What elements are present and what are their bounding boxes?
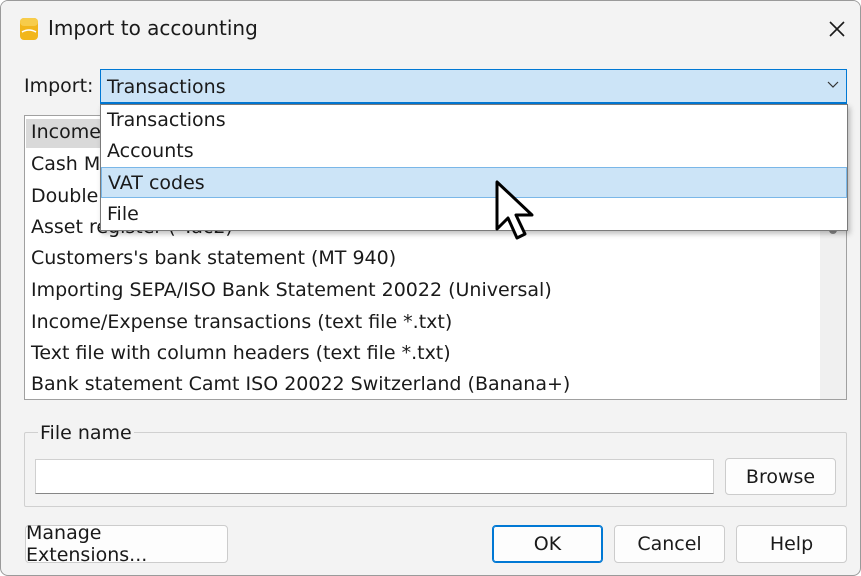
import-label: Import:	[24, 75, 94, 97]
chevron-down-icon	[827, 81, 839, 88]
list-item[interactable]: Importing SEPA/ISO Bank Statement 20022 …	[31, 279, 552, 301]
close-button[interactable]	[814, 1, 860, 57]
list-item[interactable]: Cash M	[31, 153, 100, 175]
cancel-button[interactable]: Cancel	[614, 525, 725, 563]
ok-button[interactable]: OK	[492, 525, 603, 563]
file-name-input[interactable]	[35, 459, 714, 494]
list-item[interactable]: Income/Expense transactions (text file *…	[31, 311, 452, 333]
dropdown-option-file[interactable]: File	[101, 199, 847, 230]
import-type-value: Transactions	[107, 76, 226, 98]
window-title: Import to accounting	[48, 16, 258, 40]
close-icon	[829, 21, 845, 37]
browse-button[interactable]: Browse	[725, 458, 836, 495]
dropdown-option-label: File	[107, 203, 139, 225]
list-item[interactable]: Double	[31, 185, 98, 207]
dropdown-option-accounts[interactable]: Accounts	[101, 136, 847, 167]
list-item[interactable]: Income	[31, 121, 101, 143]
dropdown-option-label: Accounts	[107, 140, 194, 162]
import-dialog: Import to accounting Import: Transaction…	[0, 0, 861, 576]
dropdown-option-vat-codes[interactable]: VAT codes	[101, 167, 847, 198]
dropdown-option-transactions[interactable]: Transactions	[101, 105, 847, 136]
file-name-label: File name	[38, 422, 134, 444]
title-bar: Import to accounting	[1, 1, 860, 57]
dropdown-option-label: Transactions	[107, 109, 226, 131]
list-item[interactable]: Text file with column headers (text file…	[31, 342, 451, 364]
list-item[interactable]: Customers's bank statement (MT 940)	[31, 247, 396, 269]
manage-extensions-button[interactable]: Manage Extensions...	[25, 522, 228, 566]
import-type-combobox[interactable]: Transactions	[100, 69, 847, 104]
banana-app-icon	[20, 18, 38, 40]
list-item[interactable]: Bank statement Camt ISO 20022 Switzerlan…	[31, 373, 570, 395]
import-type-dropdown: Transactions Accounts VAT codes File	[100, 104, 848, 231]
help-button[interactable]: Help	[736, 525, 847, 563]
dropdown-option-label: VAT codes	[108, 172, 205, 194]
